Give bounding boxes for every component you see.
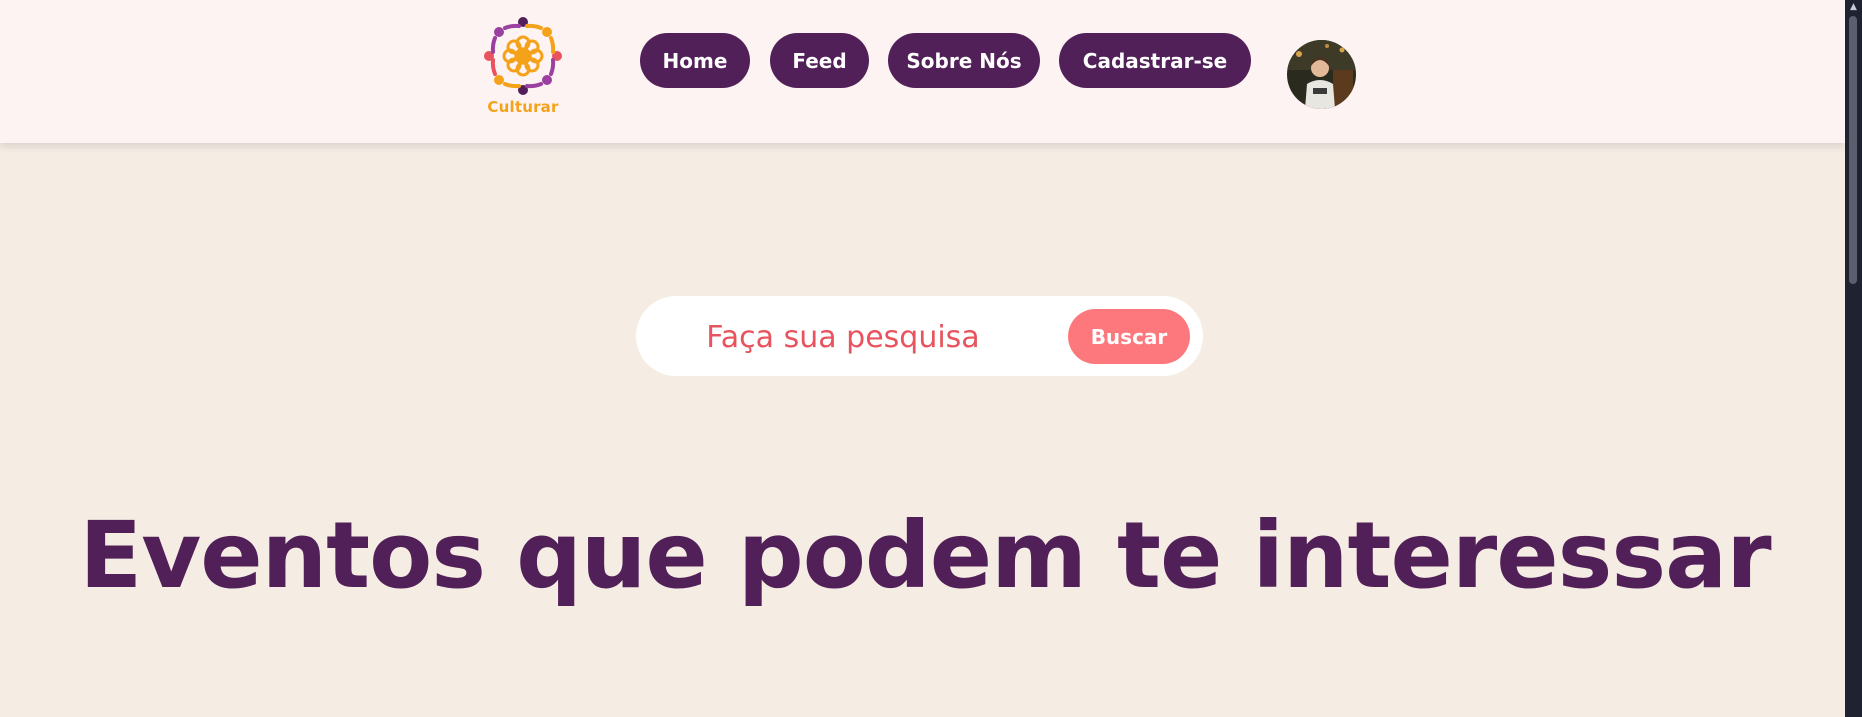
search-bar: Buscar [636,296,1203,376]
search-button[interactable]: Buscar [1068,309,1190,364]
culturar-logo-icon [484,17,562,95]
nav-home-button[interactable]: Home [640,33,750,88]
nav-cadastrar-button[interactable]: Cadastrar-se [1059,33,1251,88]
site-logo[interactable]: Culturar [480,16,566,128]
chevron-up-icon[interactable]: ▲ [1845,0,1862,14]
avatar-photo [1287,40,1356,109]
nav-sobre-nos-button[interactable]: Sobre Nós [888,33,1040,88]
content-area: Culturar Home Feed Sobre Nós Cadastrar-s… [0,0,1845,717]
vertical-scrollbar[interactable]: ▲ [1845,0,1862,717]
top-navbar: Culturar Home Feed Sobre Nós Cadastrar-s… [0,0,1845,143]
logo-text: Culturar [487,98,559,116]
section-title: Eventos que podem te interessar [79,502,1771,609]
search-input[interactable] [676,310,1010,364]
user-avatar[interactable] [1287,40,1356,109]
page: Culturar Home Feed Sobre Nós Cadastrar-s… [0,0,1862,717]
scrollbar-thumb[interactable] [1849,16,1857,284]
nav-feed-button[interactable]: Feed [770,33,869,88]
